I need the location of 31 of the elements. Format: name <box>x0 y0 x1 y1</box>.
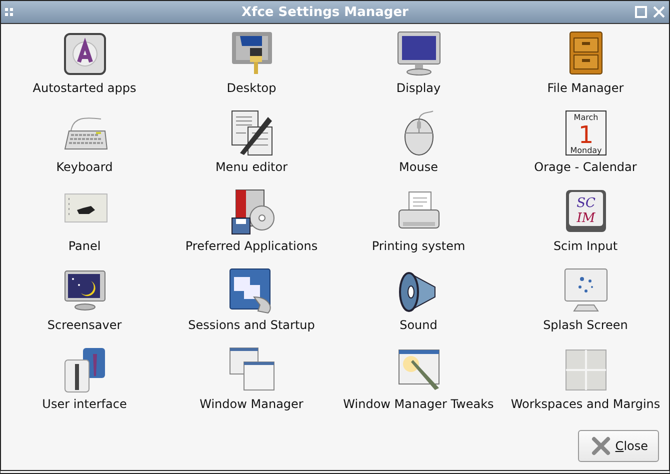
settings-item-label[interactable]: Screensaver <box>47 318 122 332</box>
close-icon[interactable] <box>652 6 665 18</box>
key-label: SC <box>576 196 595 211</box>
settings-item-label[interactable]: Window Manager Tweaks <box>343 397 494 411</box>
settings-item-label[interactable]: Panel <box>68 239 101 253</box>
key-label: IM <box>576 211 595 226</box>
settings-item-label[interactable]: Window Manager <box>200 397 304 411</box>
close-icon <box>591 436 612 456</box>
maximize-icon[interactable] <box>634 6 647 18</box>
settings-item-label[interactable]: User interface <box>42 397 127 411</box>
settings-item-label[interactable]: Sound <box>400 318 438 332</box>
settings-item-label[interactable]: Menu editor <box>215 160 288 174</box>
monitor-icon <box>394 30 442 78</box>
settings-item-label[interactable]: Sessions and Startup <box>188 318 315 332</box>
settings-item-label[interactable]: File Manager <box>547 81 624 95</box>
window-title: Xfce Settings Manager <box>242 4 408 20</box>
calendar-month: March <box>573 113 598 122</box>
settings-item-label[interactable]: Workspaces and Margins <box>510 397 660 411</box>
settings-item-label[interactable]: Mouse <box>399 160 438 174</box>
settings-item-label[interactable]: Keyboard <box>56 160 113 174</box>
settings-item-label[interactable]: Desktop <box>226 81 276 95</box>
settings-item-label[interactable]: Preferred Applications <box>185 239 318 253</box>
close-button[interactable]: Close <box>578 430 659 462</box>
settings-item-label[interactable]: Scim Input <box>553 239 618 253</box>
settings-item-label[interactable]: Autostarted apps <box>32 81 136 95</box>
settings-item-label[interactable]: Printing system <box>372 239 466 253</box>
window-menu-icon[interactable] <box>5 8 15 16</box>
settings-item-label[interactable]: Splash Screen <box>543 318 628 332</box>
settings-item-label[interactable]: Display <box>396 81 441 95</box>
calendar-weekday: Monday <box>570 146 602 155</box>
settings-item-label[interactable]: Orage - Calendar <box>534 160 637 174</box>
